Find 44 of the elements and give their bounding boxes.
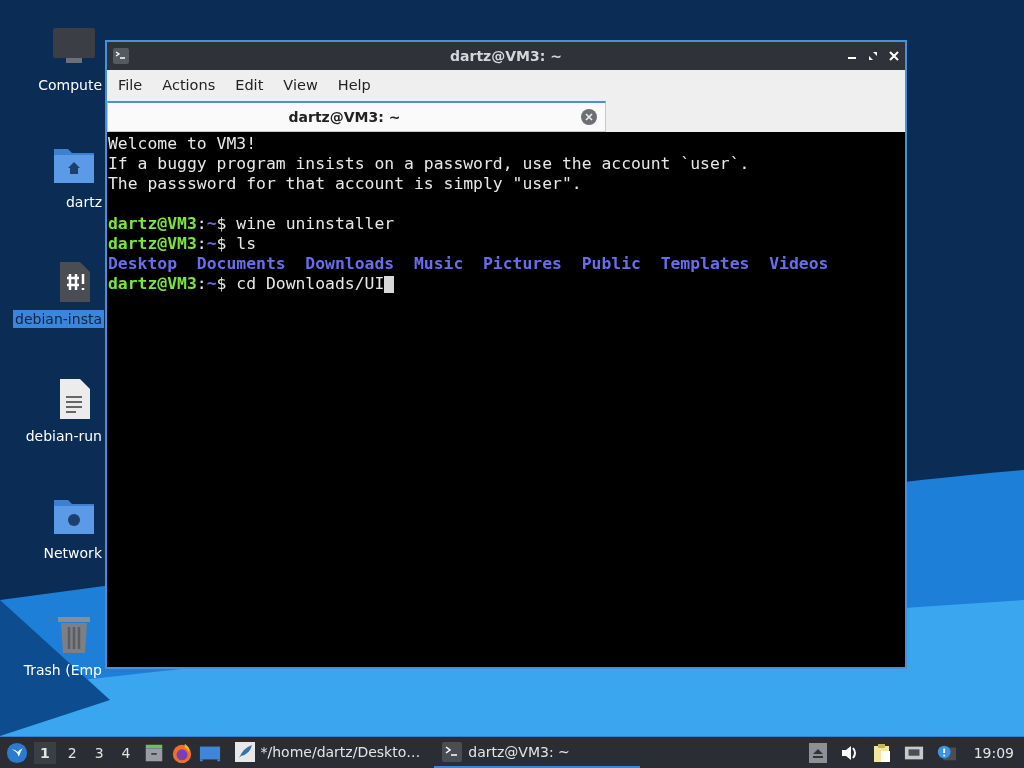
icon-label[interactable]: dartz xyxy=(63,193,104,211)
clock[interactable]: 19:09 xyxy=(973,744,1014,761)
menu-item[interactable]: Actions xyxy=(152,77,226,93)
directory-name: Music xyxy=(413,254,464,274)
menu-item[interactable]: File xyxy=(108,77,153,93)
feather-icon xyxy=(234,741,255,762)
icon-label[interactable]: Trash (Emp xyxy=(21,661,104,679)
directory-name: Downloads xyxy=(305,254,395,274)
terminal-icon xyxy=(113,48,129,64)
menu-item[interactable]: View xyxy=(273,77,328,93)
menu-item[interactable]: Help xyxy=(327,77,381,93)
task-button[interactable]: */home/dartz/Deskto… xyxy=(226,737,429,768)
workspace-button[interactable]: 1 xyxy=(34,741,56,764)
firefox-icon[interactable] xyxy=(170,741,193,764)
directory-name: Documents xyxy=(196,254,286,274)
directory-name: Desktop xyxy=(108,254,178,274)
directory-name: Videos xyxy=(769,254,829,274)
prompt-line: dartz@VM3:~$ ls xyxy=(108,234,257,254)
eject-icon[interactable] xyxy=(807,742,828,763)
icon-label[interactable]: Network xyxy=(41,544,104,562)
close-icon[interactable] xyxy=(889,51,899,61)
terminal-output: If a buggy program insists on a password, use the account `user`. xyxy=(108,154,750,174)
terminal-output: Welcome to VM3! xyxy=(108,134,257,154)
maximize-icon[interactable] xyxy=(868,51,878,61)
workspace-button[interactable]: 2 xyxy=(61,741,83,764)
workspace-button[interactable]: 3 xyxy=(88,741,110,764)
terminal-output: The passsword for that account is simply "user". xyxy=(108,174,582,194)
directory-name: Public xyxy=(581,254,641,274)
close-tab-icon[interactable] xyxy=(581,109,597,125)
icon-label[interactable]: debian-run xyxy=(23,427,104,445)
terminal-area[interactable] xyxy=(107,132,905,667)
icon-label[interactable]: Compute xyxy=(36,76,104,94)
clipboard-icon[interactable] xyxy=(871,742,892,763)
menu-item[interactable]: Edit xyxy=(225,77,274,93)
prompt-line: dartz@VM3:~$ cd Downloads/UI xyxy=(108,274,385,294)
icon-label[interactable]: debian-insta xyxy=(13,310,104,328)
terminal-icon xyxy=(442,741,463,762)
directory-name: Pictures xyxy=(483,254,562,274)
workspace-button[interactable]: 4 xyxy=(115,741,137,764)
task-button[interactable]: dartz@VM3: ~ xyxy=(434,737,641,768)
terminal-tab[interactable]: dartz@VM3: ~ xyxy=(107,101,606,132)
prompt-line: dartz@VM3:~$ wine uninstaller xyxy=(108,214,395,234)
directory-name: Templates xyxy=(660,254,750,274)
window-title: dartz@VM3: ~ xyxy=(450,48,562,64)
